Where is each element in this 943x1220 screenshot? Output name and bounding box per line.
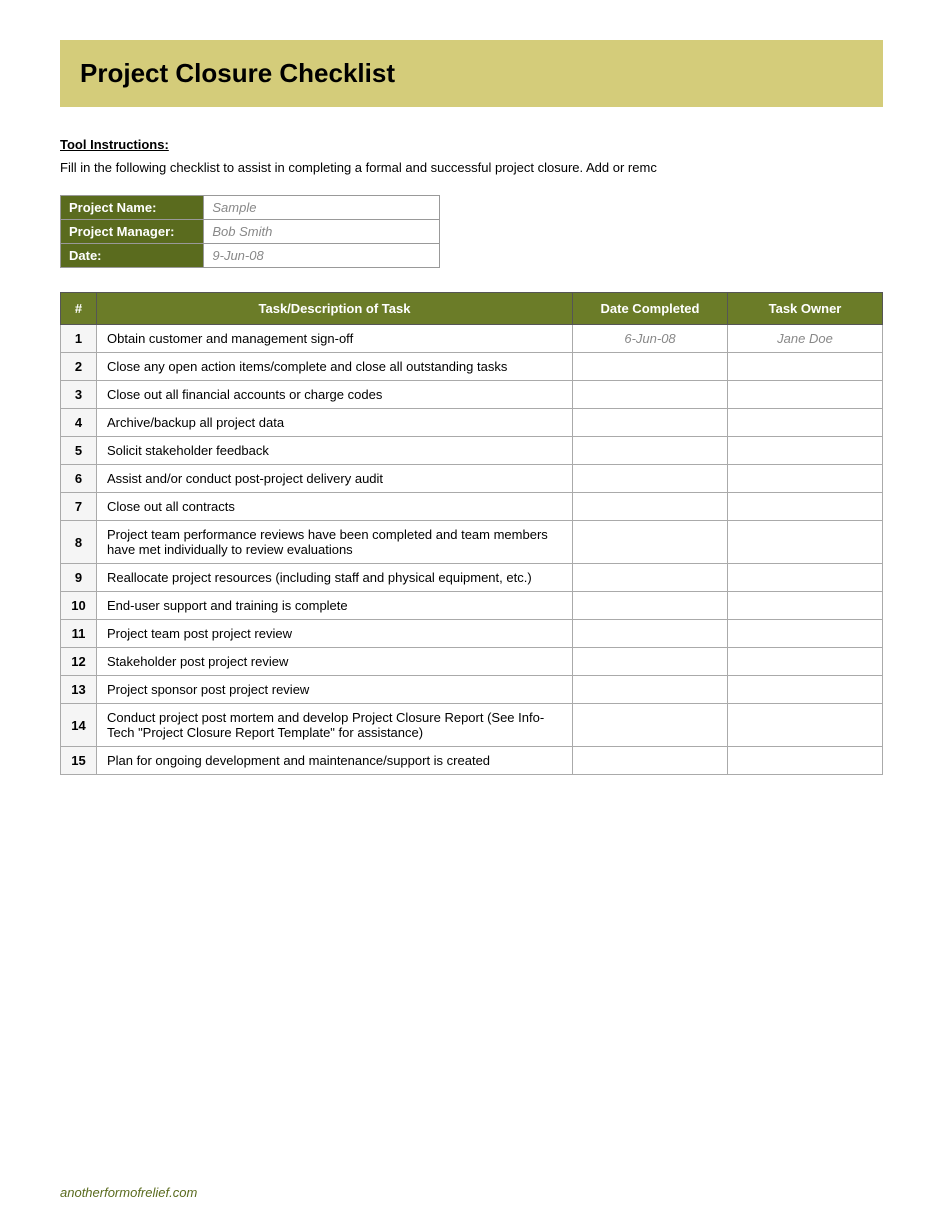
row-num: 2 — [61, 353, 97, 381]
row-num: 8 — [61, 521, 97, 564]
row-date — [573, 620, 728, 648]
title-bar: Project Closure Checklist — [60, 40, 883, 107]
row-task: Stakeholder post project review — [97, 648, 573, 676]
table-row: 6 Assist and/or conduct post-project del… — [61, 465, 883, 493]
row-owner — [728, 381, 883, 409]
row-owner — [728, 465, 883, 493]
row-owner — [728, 704, 883, 747]
table-row: 15 Plan for ongoing development and main… — [61, 747, 883, 775]
row-task: Close out all financial accounts or char… — [97, 381, 573, 409]
table-row: 8 Project team performance reviews have … — [61, 521, 883, 564]
row-num: 7 — [61, 493, 97, 521]
row-task: Project team performance reviews have be… — [97, 521, 573, 564]
row-owner — [728, 564, 883, 592]
col-header-task: Task/Description of Task — [97, 293, 573, 325]
table-row: 9 Reallocate project resources (includin… — [61, 564, 883, 592]
row-num: 3 — [61, 381, 97, 409]
row-num: 10 — [61, 592, 97, 620]
row-date: 6-Jun-08 — [573, 325, 728, 353]
table-row: 1 Obtain customer and management sign-of… — [61, 325, 883, 353]
row-owner — [728, 747, 883, 775]
row-task: Close any open action items/complete and… — [97, 353, 573, 381]
row-owner — [728, 620, 883, 648]
row-owner — [728, 353, 883, 381]
row-owner — [728, 676, 883, 704]
row-task: Project team post project review — [97, 620, 573, 648]
row-num: 11 — [61, 620, 97, 648]
instructions-heading: Tool Instructions: — [60, 137, 883, 152]
row-date — [573, 564, 728, 592]
table-row: 11 Project team post project review — [61, 620, 883, 648]
row-date — [573, 592, 728, 620]
row-owner — [728, 409, 883, 437]
row-num: 6 — [61, 465, 97, 493]
project-info-row: Project Manager:Bob Smith — [61, 220, 440, 244]
col-header-date: Date Completed — [573, 293, 728, 325]
row-date — [573, 465, 728, 493]
footer-text: anotherformofrelief.com — [60, 1185, 197, 1200]
row-date — [573, 409, 728, 437]
table-row: 13 Project sponsor post project review — [61, 676, 883, 704]
row-date — [573, 676, 728, 704]
instructions-section: Tool Instructions: Fill in the following… — [60, 137, 883, 175]
row-owner — [728, 521, 883, 564]
row-date — [573, 704, 728, 747]
row-num: 4 — [61, 409, 97, 437]
project-info-label: Project Name: — [61, 196, 204, 220]
col-header-owner: Task Owner — [728, 293, 883, 325]
project-info-value: Sample — [204, 196, 440, 220]
row-owner — [728, 437, 883, 465]
project-info-value: 9-Jun-08 — [204, 244, 440, 268]
page: Project Closure Checklist Tool Instructi… — [0, 0, 943, 865]
row-owner — [728, 592, 883, 620]
project-info-row: Date:9-Jun-08 — [61, 244, 440, 268]
row-task: Close out all contracts — [97, 493, 573, 521]
row-task: Archive/backup all project data — [97, 409, 573, 437]
footer: anotherformofrelief.com — [60, 1185, 197, 1200]
row-task: Project sponsor post project review — [97, 676, 573, 704]
row-date — [573, 437, 728, 465]
row-date — [573, 353, 728, 381]
table-row: 3 Close out all financial accounts or ch… — [61, 381, 883, 409]
row-num: 9 — [61, 564, 97, 592]
row-date — [573, 747, 728, 775]
project-info-row: Project Name:Sample — [61, 196, 440, 220]
project-info-label: Project Manager: — [61, 220, 204, 244]
table-row: 10 End-user support and training is comp… — [61, 592, 883, 620]
row-date — [573, 493, 728, 521]
page-title: Project Closure Checklist — [80, 58, 863, 89]
row-task: Obtain customer and management sign-off — [97, 325, 573, 353]
row-owner — [728, 648, 883, 676]
table-row: 12 Stakeholder post project review — [61, 648, 883, 676]
row-date — [573, 521, 728, 564]
row-owner — [728, 493, 883, 521]
project-info-table: Project Name:SampleProject Manager:Bob S… — [60, 195, 440, 268]
project-info-value: Bob Smith — [204, 220, 440, 244]
table-row: 4 Archive/backup all project data — [61, 409, 883, 437]
row-num: 15 — [61, 747, 97, 775]
row-task: Plan for ongoing development and mainten… — [97, 747, 573, 775]
row-task: Conduct project post mortem and develop … — [97, 704, 573, 747]
row-date — [573, 648, 728, 676]
col-header-num: # — [61, 293, 97, 325]
row-task: End-user support and training is complet… — [97, 592, 573, 620]
row-task: Assist and/or conduct post-project deliv… — [97, 465, 573, 493]
row-num: 12 — [61, 648, 97, 676]
checklist-table: # Task/Description of Task Date Complete… — [60, 292, 883, 775]
row-num: 5 — [61, 437, 97, 465]
row-num: 1 — [61, 325, 97, 353]
row-owner: Jane Doe — [728, 325, 883, 353]
table-row: 14 Conduct project post mortem and devel… — [61, 704, 883, 747]
row-task: Solicit stakeholder feedback — [97, 437, 573, 465]
table-row: 2 Close any open action items/complete a… — [61, 353, 883, 381]
project-info-label: Date: — [61, 244, 204, 268]
row-num: 13 — [61, 676, 97, 704]
instructions-text: Fill in the following checklist to assis… — [60, 160, 883, 175]
table-row: 5 Solicit stakeholder feedback — [61, 437, 883, 465]
row-date — [573, 381, 728, 409]
row-num: 14 — [61, 704, 97, 747]
table-row: 7 Close out all contracts — [61, 493, 883, 521]
row-task: Reallocate project resources (including … — [97, 564, 573, 592]
